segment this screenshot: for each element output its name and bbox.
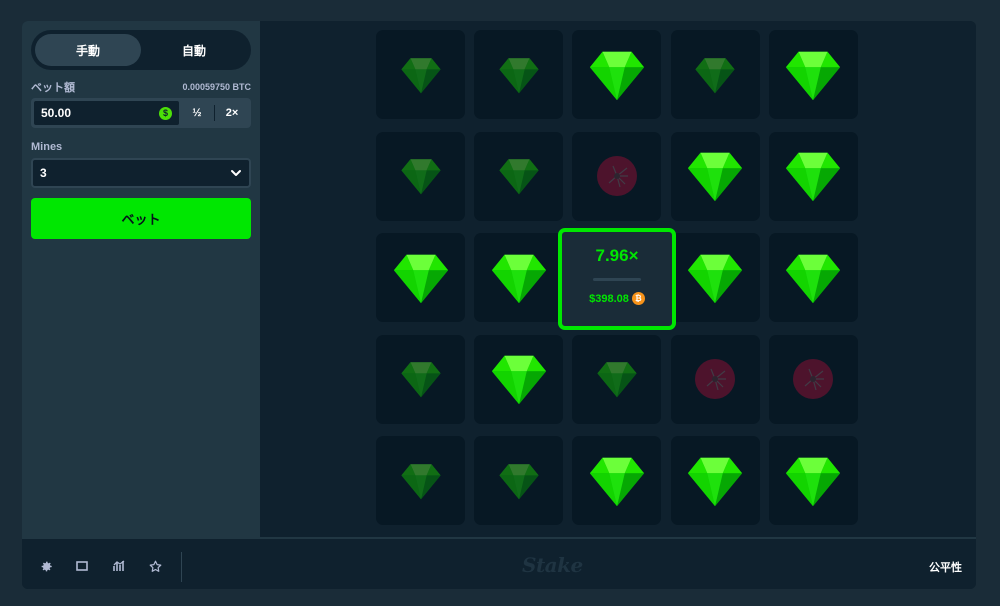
gem-icon: [498, 460, 540, 502]
board-tile[interactable]: [768, 334, 858, 424]
board-tile[interactable]: [670, 30, 760, 119]
gem-icon: [400, 155, 442, 197]
mode-toggle: 手動 自動: [31, 30, 251, 70]
gem-icon: [400, 460, 442, 502]
bet-button[interactable]: ベット: [31, 198, 251, 239]
gem-icon: [498, 54, 540, 96]
gem-icon: [784, 452, 842, 510]
board-tile[interactable]: [670, 436, 760, 525]
board-tile[interactable]: [572, 436, 662, 525]
gem-icon: [588, 46, 646, 104]
footer-divider: [181, 552, 182, 582]
gem-icon: [400, 358, 442, 400]
board-tile[interactable]: [572, 131, 662, 221]
bet-amount-value: 50.00: [41, 106, 72, 120]
chevron-down-icon: [231, 170, 241, 176]
bet-amount-input[interactable]: 50.00 $: [33, 100, 180, 126]
mine-icon: [693, 357, 737, 401]
mine-icon: [791, 357, 835, 401]
bet-amount-label: ベット額: [31, 82, 75, 94]
mine-icon: [595, 154, 639, 198]
bet-amount-btc: 0.00059750 BTC: [182, 82, 251, 92]
board-tile[interactable]: [474, 233, 564, 322]
board-tile[interactable]: [376, 436, 465, 525]
stake-logo: Stake: [522, 553, 583, 577]
tab-manual[interactable]: 手動: [35, 34, 141, 66]
board-tile[interactable]: [670, 233, 760, 322]
board-tile[interactable]: [474, 30, 564, 119]
board-tile[interactable]: [670, 131, 760, 221]
footer-bar: Stake 公平性: [22, 537, 976, 589]
win-multiplier: 7.96×: [595, 246, 639, 265]
board-tile[interactable]: [768, 30, 858, 119]
gem-icon: [392, 249, 450, 307]
board-tile[interactable]: [376, 131, 465, 221]
board-tile[interactable]: [474, 334, 564, 424]
stats-icon[interactable]: [112, 559, 126, 573]
bet-amount-group: 50.00 $ ½ 2×: [31, 98, 251, 128]
mines-label: Mines: [31, 141, 63, 153]
board-tile[interactable]: [376, 334, 465, 424]
dollar-coin-icon: $: [159, 106, 172, 120]
theatre-mode-icon[interactable]: [75, 559, 89, 573]
board-tile[interactable]: [376, 30, 465, 119]
win-card: 7.96× $398.08 ₿: [558, 228, 676, 330]
mines-select[interactable]: 3: [31, 158, 251, 188]
board-tile[interactable]: [768, 233, 858, 322]
win-divider: [593, 278, 641, 281]
tab-auto[interactable]: 自動: [141, 34, 247, 66]
board-tile[interactable]: [768, 436, 858, 525]
double-bet-button[interactable]: 2×: [215, 100, 249, 126]
win-amount: $398.08: [589, 292, 629, 305]
board-tile[interactable]: [474, 131, 564, 221]
half-bet-button[interactable]: ½: [180, 100, 214, 126]
gem-icon: [686, 249, 744, 307]
bet-controls-panel: 手動 自動 ベット額 0.00059750 BTC 50.00 $ ½ 2× M…: [22, 21, 260, 537]
board-tile[interactable]: [670, 334, 760, 424]
gem-icon: [784, 147, 842, 205]
board-tile[interactable]: [572, 30, 662, 119]
mines-value: 3: [40, 166, 47, 180]
gem-icon: [784, 249, 842, 307]
gem-icon: [686, 452, 744, 510]
gem-icon: [498, 155, 540, 197]
gem-icon: [694, 54, 736, 96]
board-tile[interactable]: [768, 131, 858, 221]
gem-icon: [490, 249, 548, 307]
gem-icon: [400, 54, 442, 96]
gem-icon: [490, 350, 548, 408]
board-tile[interactable]: [474, 436, 564, 525]
mines-board: 7.96× $398.08 ₿: [260, 21, 976, 537]
game-frame: 手動 自動 ベット額 0.00059750 BTC 50.00 $ ½ 2× M…: [22, 21, 976, 589]
favorite-star-icon[interactable]: [148, 559, 162, 573]
board-tile[interactable]: [572, 334, 662, 424]
gem-icon: [596, 358, 638, 400]
settings-icon[interactable]: [39, 559, 53, 573]
bitcoin-icon: ₿: [631, 292, 645, 305]
gem-icon: [588, 452, 646, 510]
gem-icon: [784, 46, 842, 104]
gem-icon: [686, 147, 744, 205]
board-tile[interactable]: [376, 233, 465, 322]
fairness-link[interactable]: 公平性: [929, 559, 962, 575]
